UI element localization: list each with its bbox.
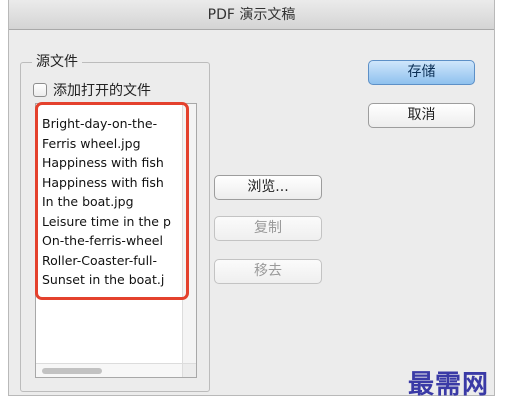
dialog-title: PDF 演示文稿	[9, 0, 494, 30]
horizontal-scroll-thumb[interactable]	[42, 368, 102, 374]
annotation-highlight-box	[35, 102, 189, 300]
cancel-button[interactable]: 取消	[368, 103, 475, 128]
add-open-files-option[interactable]: 添加打开的文件	[33, 80, 151, 100]
browse-button[interactable]: 浏览...	[214, 175, 322, 200]
duplicate-button[interactable]: 复制	[214, 216, 322, 241]
horizontal-scrollbar[interactable]	[36, 363, 182, 377]
watermark-logo: 最需网	[408, 370, 490, 400]
save-button[interactable]: 存储	[368, 60, 475, 85]
remove-button[interactable]: 移去	[214, 259, 322, 284]
source-files-legend: 源文件	[32, 51, 82, 71]
add-open-files-checkbox[interactable]	[33, 83, 47, 97]
scroll-corner	[182, 363, 196, 377]
add-open-files-label: 添加打开的文件	[53, 83, 151, 99]
